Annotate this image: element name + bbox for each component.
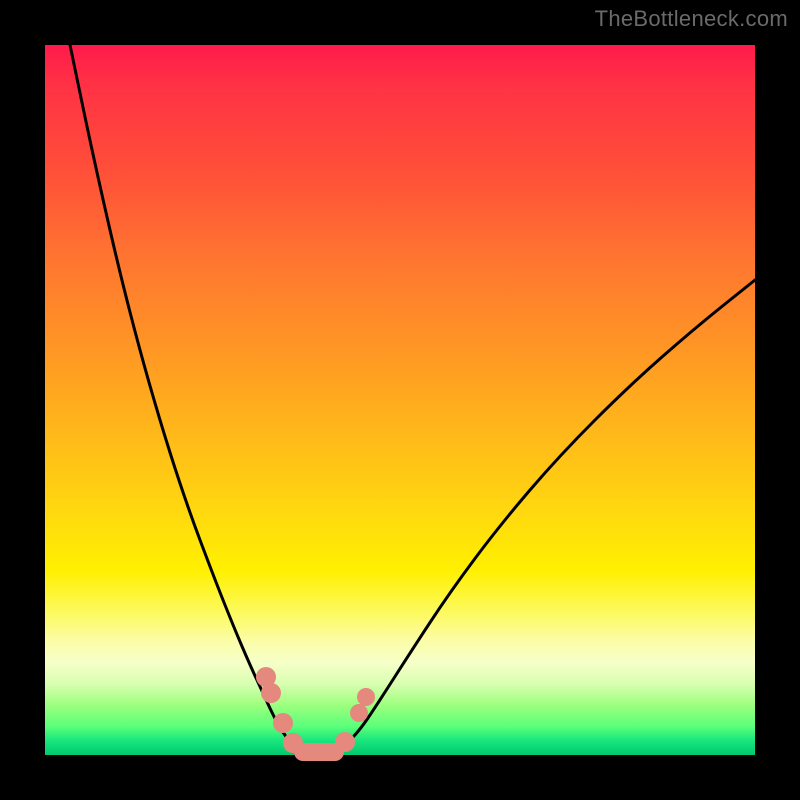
marker-dots — [256, 667, 375, 753]
plot-area — [45, 45, 755, 755]
curves-svg — [45, 45, 755, 755]
marker-dot — [273, 713, 293, 733]
left-curve — [70, 45, 300, 752]
right-curve — [335, 280, 755, 752]
marker-dot — [350, 704, 368, 722]
marker-dot — [261, 683, 281, 703]
chart-frame: TheBottleneck.com — [0, 0, 800, 800]
marker-dot — [357, 688, 375, 706]
marker-dot — [335, 732, 355, 752]
watermark-text: TheBottleneck.com — [595, 6, 788, 32]
marker-dot — [283, 733, 303, 753]
